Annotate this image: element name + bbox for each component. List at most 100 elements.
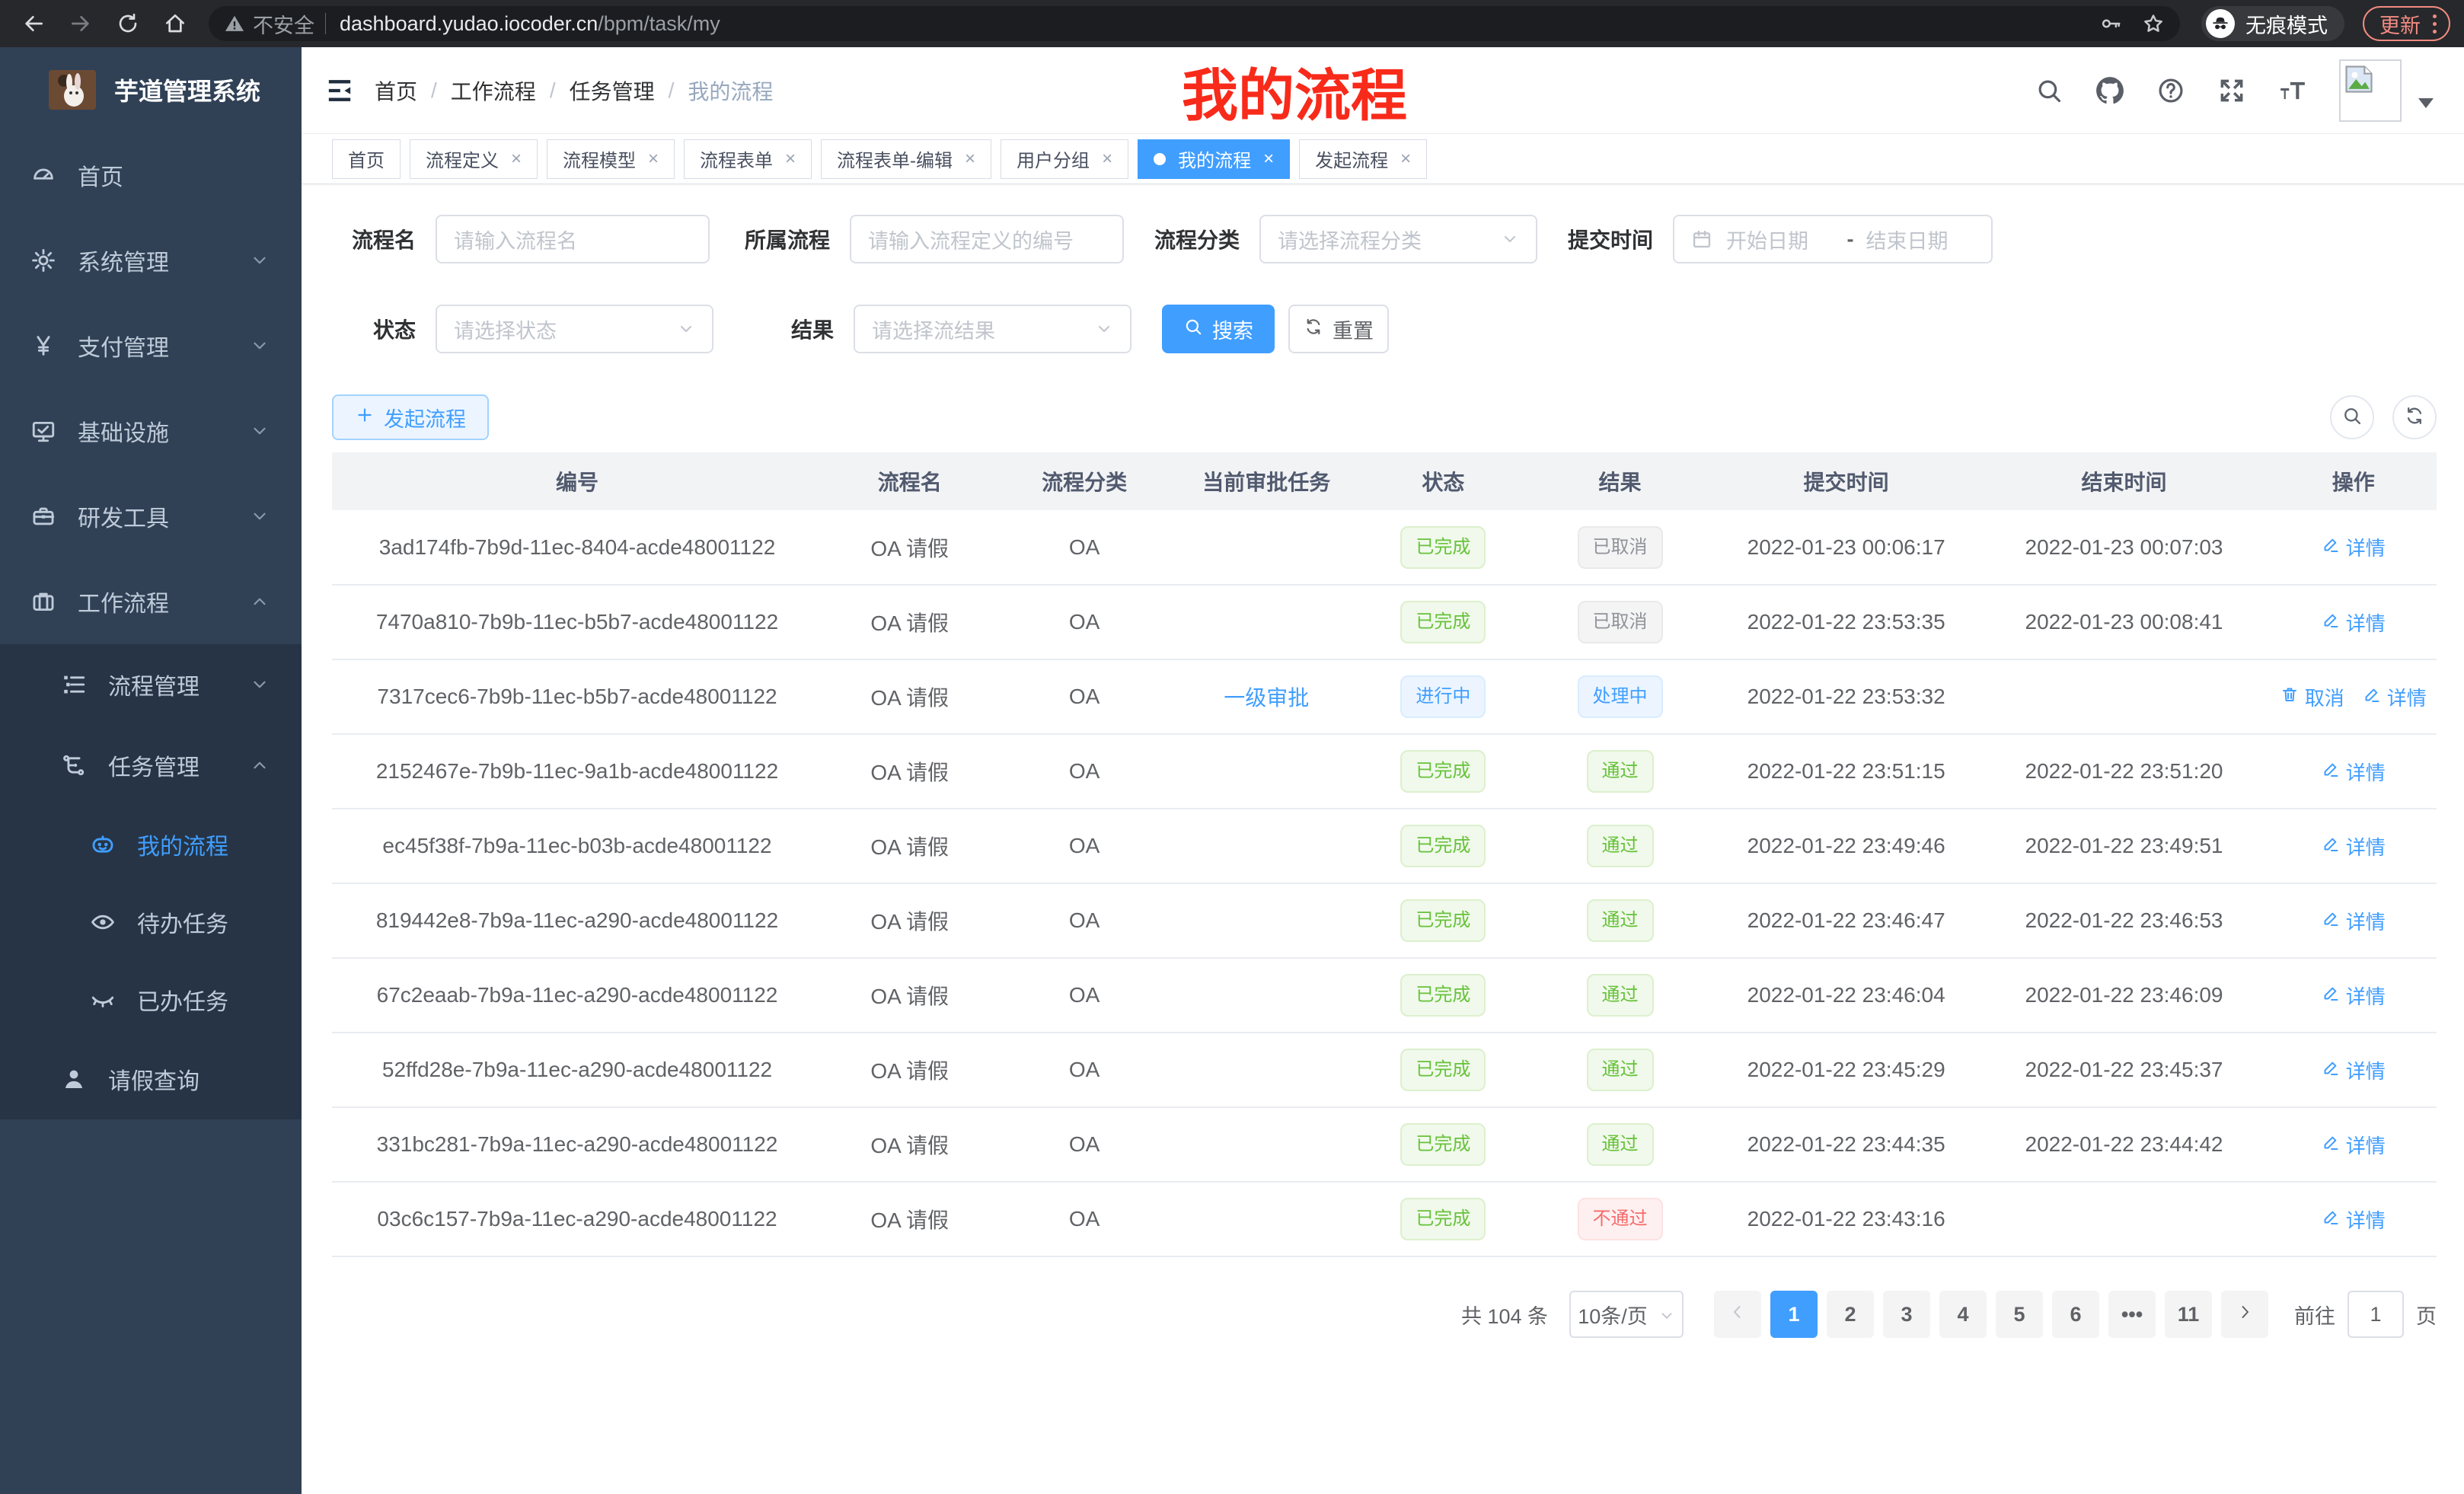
chevron-down-icon <box>250 421 270 441</box>
filter-select[interactable]: 请选择流程分类 <box>1259 215 1537 263</box>
edit-icon <box>2363 685 2381 709</box>
tab-close-icon[interactable]: × <box>648 150 659 168</box>
sidebar-item[interactable]: 支付管理 <box>0 303 302 388</box>
tab-close-icon[interactable]: × <box>785 150 796 168</box>
date-range-input[interactable]: 开始日期-结束日期 <box>1673 215 1993 263</box>
page-button[interactable]: 4 <box>1939 1291 1987 1338</box>
next-page-button[interactable] <box>2221 1291 2268 1338</box>
action-detail-link[interactable]: 详情 <box>2322 758 2386 786</box>
action-detail-link[interactable]: 详情 <box>2322 832 2386 860</box>
action-detail-link[interactable]: 详情 <box>2363 683 2427 711</box>
tab-label: 用户分组 <box>1017 145 1090 172</box>
delete-icon <box>2280 685 2299 709</box>
sidebar-item[interactable]: 待办任务 <box>0 883 302 961</box>
sidebar-item[interactable]: 系统管理 <box>0 218 302 303</box>
sidebar-item[interactable]: 首页 <box>0 132 302 218</box>
table-row: 52ffd28e-7b9a-11ec-a290-acde48001122OA 请… <box>332 1033 2437 1107</box>
tab[interactable]: 用户分组 × <box>1001 139 1128 179</box>
filter-select[interactable]: 请选择流结果 <box>854 305 1131 353</box>
tab[interactable]: 首页 <box>332 139 401 179</box>
tab-label: 流程表单-编辑 <box>837 145 953 172</box>
action-detail-link[interactable]: 详情 <box>2322 1131 2386 1159</box>
not-secure-label[interactable]: 不安全 <box>253 9 314 39</box>
sidebar-item[interactable]: 基础设施 <box>0 388 302 474</box>
page-button[interactable]: 11 <box>2165 1291 2212 1338</box>
action-cancel-link[interactable]: 取消 <box>2280 683 2344 711</box>
action-detail-link[interactable]: 详情 <box>2322 608 2386 637</box>
tab[interactable]: 流程模型× <box>547 139 675 179</box>
cell-category: OA <box>997 734 1171 809</box>
cell-name: OA 请假 <box>822 883 997 958</box>
breadcrumb-item[interactable]: 首页 <box>375 75 417 106</box>
search-button[interactable]: 搜索 <box>1162 305 1275 353</box>
toggle-search-button[interactable] <box>2330 395 2374 439</box>
tab-close-icon[interactable]: × <box>1102 150 1112 168</box>
browser-forward-button[interactable] <box>61 4 101 43</box>
tab[interactable]: 发起流程× <box>1299 139 1427 179</box>
bookmark-star-icon[interactable] <box>2142 12 2165 35</box>
sidebar-item[interactable]: 我的流程 <box>0 806 302 883</box>
password-key-icon[interactable] <box>2099 12 2122 35</box>
tab-active[interactable]: 我的流程× <box>1138 139 1290 179</box>
browser-home-button[interactable] <box>155 4 195 43</box>
sidebar-logo-row[interactable]: 芋道管理系统 <box>0 47 302 132</box>
page-size-select[interactable]: 10条/页 <box>1569 1291 1684 1338</box>
cell-submit-time: 2022-01-22 23:51:15 <box>1715 734 1978 809</box>
status-badge: 已完成 <box>1400 974 1486 1017</box>
goto-page-input[interactable]: 1 <box>2348 1291 2404 1338</box>
task-link[interactable]: 一级审批 <box>1224 686 1309 710</box>
filter-input[interactable]: 请输入流程名 <box>436 215 710 263</box>
action-detail-link[interactable]: 详情 <box>2322 907 2386 935</box>
tab-close-icon[interactable]: × <box>1400 150 1411 168</box>
github-icon[interactable] <box>2095 76 2124 105</box>
breadcrumb-item[interactable]: 任务管理 <box>570 75 655 106</box>
sidebar-item[interactable]: 已办任务 <box>0 961 302 1039</box>
eye-icon <box>90 909 116 935</box>
sidebar-item[interactable]: 请假查询 <box>0 1039 302 1119</box>
action-detail-link[interactable]: 详情 <box>2322 1205 2386 1234</box>
font-size-icon[interactable] <box>2278 76 2307 105</box>
filter-input[interactable]: 请输入流程定义的编号 <box>850 215 1124 263</box>
tab[interactable]: 流程表单-编辑 × <box>821 139 991 179</box>
search-icon[interactable] <box>2035 76 2063 105</box>
tab[interactable]: 流程表单× <box>684 139 812 179</box>
page-button[interactable]: 1 <box>1770 1291 1818 1338</box>
browser-back-button[interactable] <box>14 4 53 43</box>
action-detail-link[interactable]: 详情 <box>2322 1056 2386 1084</box>
address-bar[interactable]: 不安全 dashboard.yudao.iocoder.cn/bpm/task/… <box>209 6 2180 41</box>
avatar-dropdown-caret[interactable] <box>2418 98 2434 108</box>
sidebar-item[interactable]: 工作流程 <box>0 559 302 644</box>
page-ellipsis[interactable]: ••• <box>2108 1291 2156 1338</box>
status-badge: 已完成 <box>1400 1049 1486 1091</box>
browser-reload-button[interactable] <box>108 4 148 43</box>
cell-category: OA <box>997 958 1171 1033</box>
collapse-sidebar-icon[interactable] <box>324 75 355 106</box>
sidebar-item[interactable]: 任务管理 <box>0 725 302 806</box>
sidebar-item[interactable]: 研发工具 <box>0 474 302 559</box>
browser-update-button[interactable]: 更新 <box>2363 6 2450 41</box>
breadcrumb-item[interactable]: 工作流程 <box>451 75 536 106</box>
tab-close-icon[interactable]: × <box>965 150 975 168</box>
cell-result: 通过 <box>1525 734 1715 809</box>
sidebar-item-label: 已办任务 <box>137 983 228 1017</box>
tab-close-icon[interactable]: × <box>511 150 522 168</box>
prev-page-button[interactable] <box>1714 1291 1761 1338</box>
avatar[interactable] <box>2339 59 2402 122</box>
page-button[interactable]: 6 <box>2052 1291 2099 1338</box>
create-process-button[interactable]: 发起流程 <box>332 394 489 440</box>
page-button[interactable]: 2 <box>1827 1291 1874 1338</box>
tab-close-icon[interactable]: × <box>1263 150 1274 168</box>
help-icon[interactable] <box>2156 76 2185 105</box>
tab[interactable]: 流程定义× <box>410 139 538 179</box>
action-detail-link[interactable]: 详情 <box>2322 982 2386 1010</box>
action-detail-link[interactable]: 详情 <box>2322 533 2386 561</box>
browser-menu-icon[interactable] <box>2433 14 2437 34</box>
chevron-up-icon <box>250 592 270 611</box>
page-button[interactable]: 3 <box>1883 1291 1930 1338</box>
fullscreen-icon[interactable] <box>2217 76 2246 105</box>
reset-button[interactable]: 重置 <box>1288 305 1389 353</box>
filter-select[interactable]: 请选择状态 <box>436 305 713 353</box>
sidebar-item[interactable]: 流程管理 <box>0 644 302 725</box>
page-button[interactable]: 5 <box>1996 1291 2043 1338</box>
refresh-button[interactable] <box>2392 395 2437 439</box>
